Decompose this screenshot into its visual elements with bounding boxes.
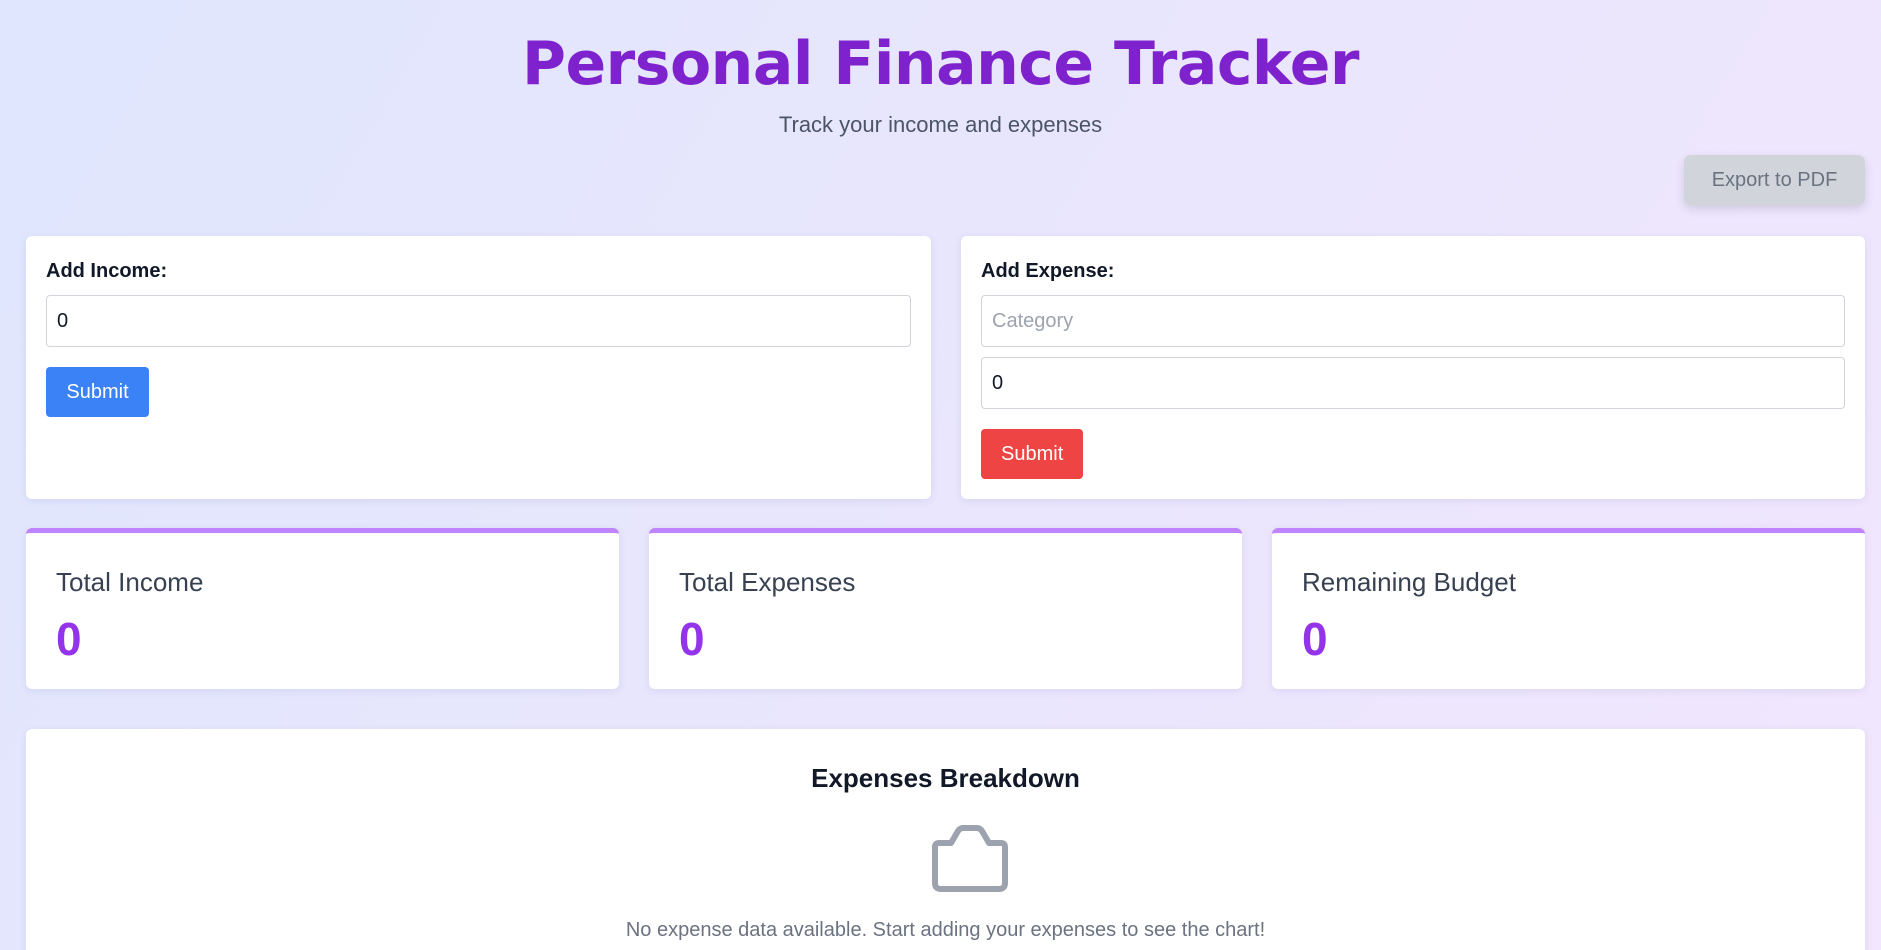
total-expenses-card: Total Expenses 0 <box>649 528 1242 689</box>
total-expenses-label: Total Expenses <box>679 567 856 597</box>
empty-state-message: No expense data available. Start adding … <box>625 919 1266 941</box>
export-pdf-button[interactable]: Export to PDF <box>1684 155 1865 205</box>
expenses-breakdown-card: Expenses Breakdown No expense data avail… <box>26 729 1865 950</box>
income-amount-input[interactable] <box>46 295 911 347</box>
income-submit-button[interactable]: Submit <box>46 367 149 417</box>
expense-submit-button[interactable]: Submit <box>981 429 1083 479</box>
page-title: Personal Finance Tracker <box>521 29 1360 99</box>
breakdown-title: Expenses Breakdown <box>811 763 1080 793</box>
total-income-label: Total Income <box>56 567 204 597</box>
page-subtitle: Track your income and expenses <box>778 112 1103 137</box>
expense-amount-input[interactable] <box>981 357 1845 409</box>
income-label: Add Income: <box>46 260 168 282</box>
expense-form-card: Add Expense: Submit <box>961 236 1865 499</box>
remaining-budget-card: Remaining Budget 0 <box>1272 528 1865 689</box>
empty-box-icon <box>932 825 1008 892</box>
expense-label: Add Expense: <box>981 260 1115 282</box>
remaining-budget-value: 0 <box>1302 613 1328 665</box>
total-income-card: Total Income 0 <box>26 528 619 689</box>
expense-category-input[interactable] <box>981 295 1845 347</box>
income-form-card: Add Income: Submit <box>26 236 931 499</box>
total-income-value: 0 <box>56 613 82 665</box>
remaining-budget-label: Remaining Budget <box>1302 567 1516 597</box>
total-expenses-value: 0 <box>679 613 705 665</box>
page-header: Personal Finance Tracker Track your inco… <box>0 30 1881 138</box>
